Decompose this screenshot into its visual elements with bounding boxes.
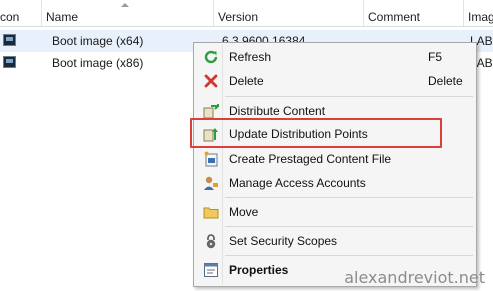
context-menu: Refresh F5 Delete Delete Distribute Cont… bbox=[193, 42, 477, 287]
prestaged-content-icon bbox=[203, 151, 219, 167]
boot-image-icon bbox=[3, 56, 16, 68]
menu-separator bbox=[225, 226, 473, 227]
menu-separator bbox=[225, 197, 473, 198]
menu-separator bbox=[225, 96, 473, 97]
properties-icon bbox=[203, 262, 219, 278]
row-name: Boot image (x86) bbox=[52, 56, 144, 70]
menu-item-manage-access-accounts[interactable]: Manage Access Accounts bbox=[194, 172, 476, 194]
column-header-comment[interactable]: Comment bbox=[364, 0, 464, 26]
manage-accounts-icon bbox=[203, 175, 219, 191]
watermark: alexandreviot.net bbox=[344, 268, 485, 287]
menu-item-delete[interactable]: Delete Delete bbox=[194, 70, 476, 92]
lock-icon bbox=[203, 233, 219, 249]
column-header: con Name Version Comment Imag bbox=[0, 0, 493, 27]
distribute-content-icon bbox=[203, 103, 219, 119]
column-header-version[interactable]: Version bbox=[214, 0, 364, 26]
row-name: Boot image (x64) bbox=[52, 34, 144, 48]
sort-ascending-icon bbox=[121, 3, 129, 7]
boot-image-icon bbox=[3, 34, 16, 46]
folder-move-icon bbox=[203, 204, 219, 220]
menu-separator bbox=[225, 255, 473, 256]
menu-item-move[interactable]: Move bbox=[194, 201, 476, 223]
highlight-box bbox=[190, 118, 442, 148]
refresh-icon bbox=[203, 49, 219, 65]
menu-item-set-security-scopes[interactable]: Set Security Scopes bbox=[194, 230, 476, 252]
column-header-icon[interactable]: con bbox=[0, 0, 42, 26]
column-header-image[interactable]: Imag bbox=[464, 0, 493, 26]
menu-item-create-prestaged-content-file[interactable]: Create Prestaged Content File bbox=[194, 148, 476, 170]
menu-item-refresh[interactable]: Refresh F5 bbox=[194, 46, 476, 68]
delete-icon bbox=[203, 73, 219, 89]
